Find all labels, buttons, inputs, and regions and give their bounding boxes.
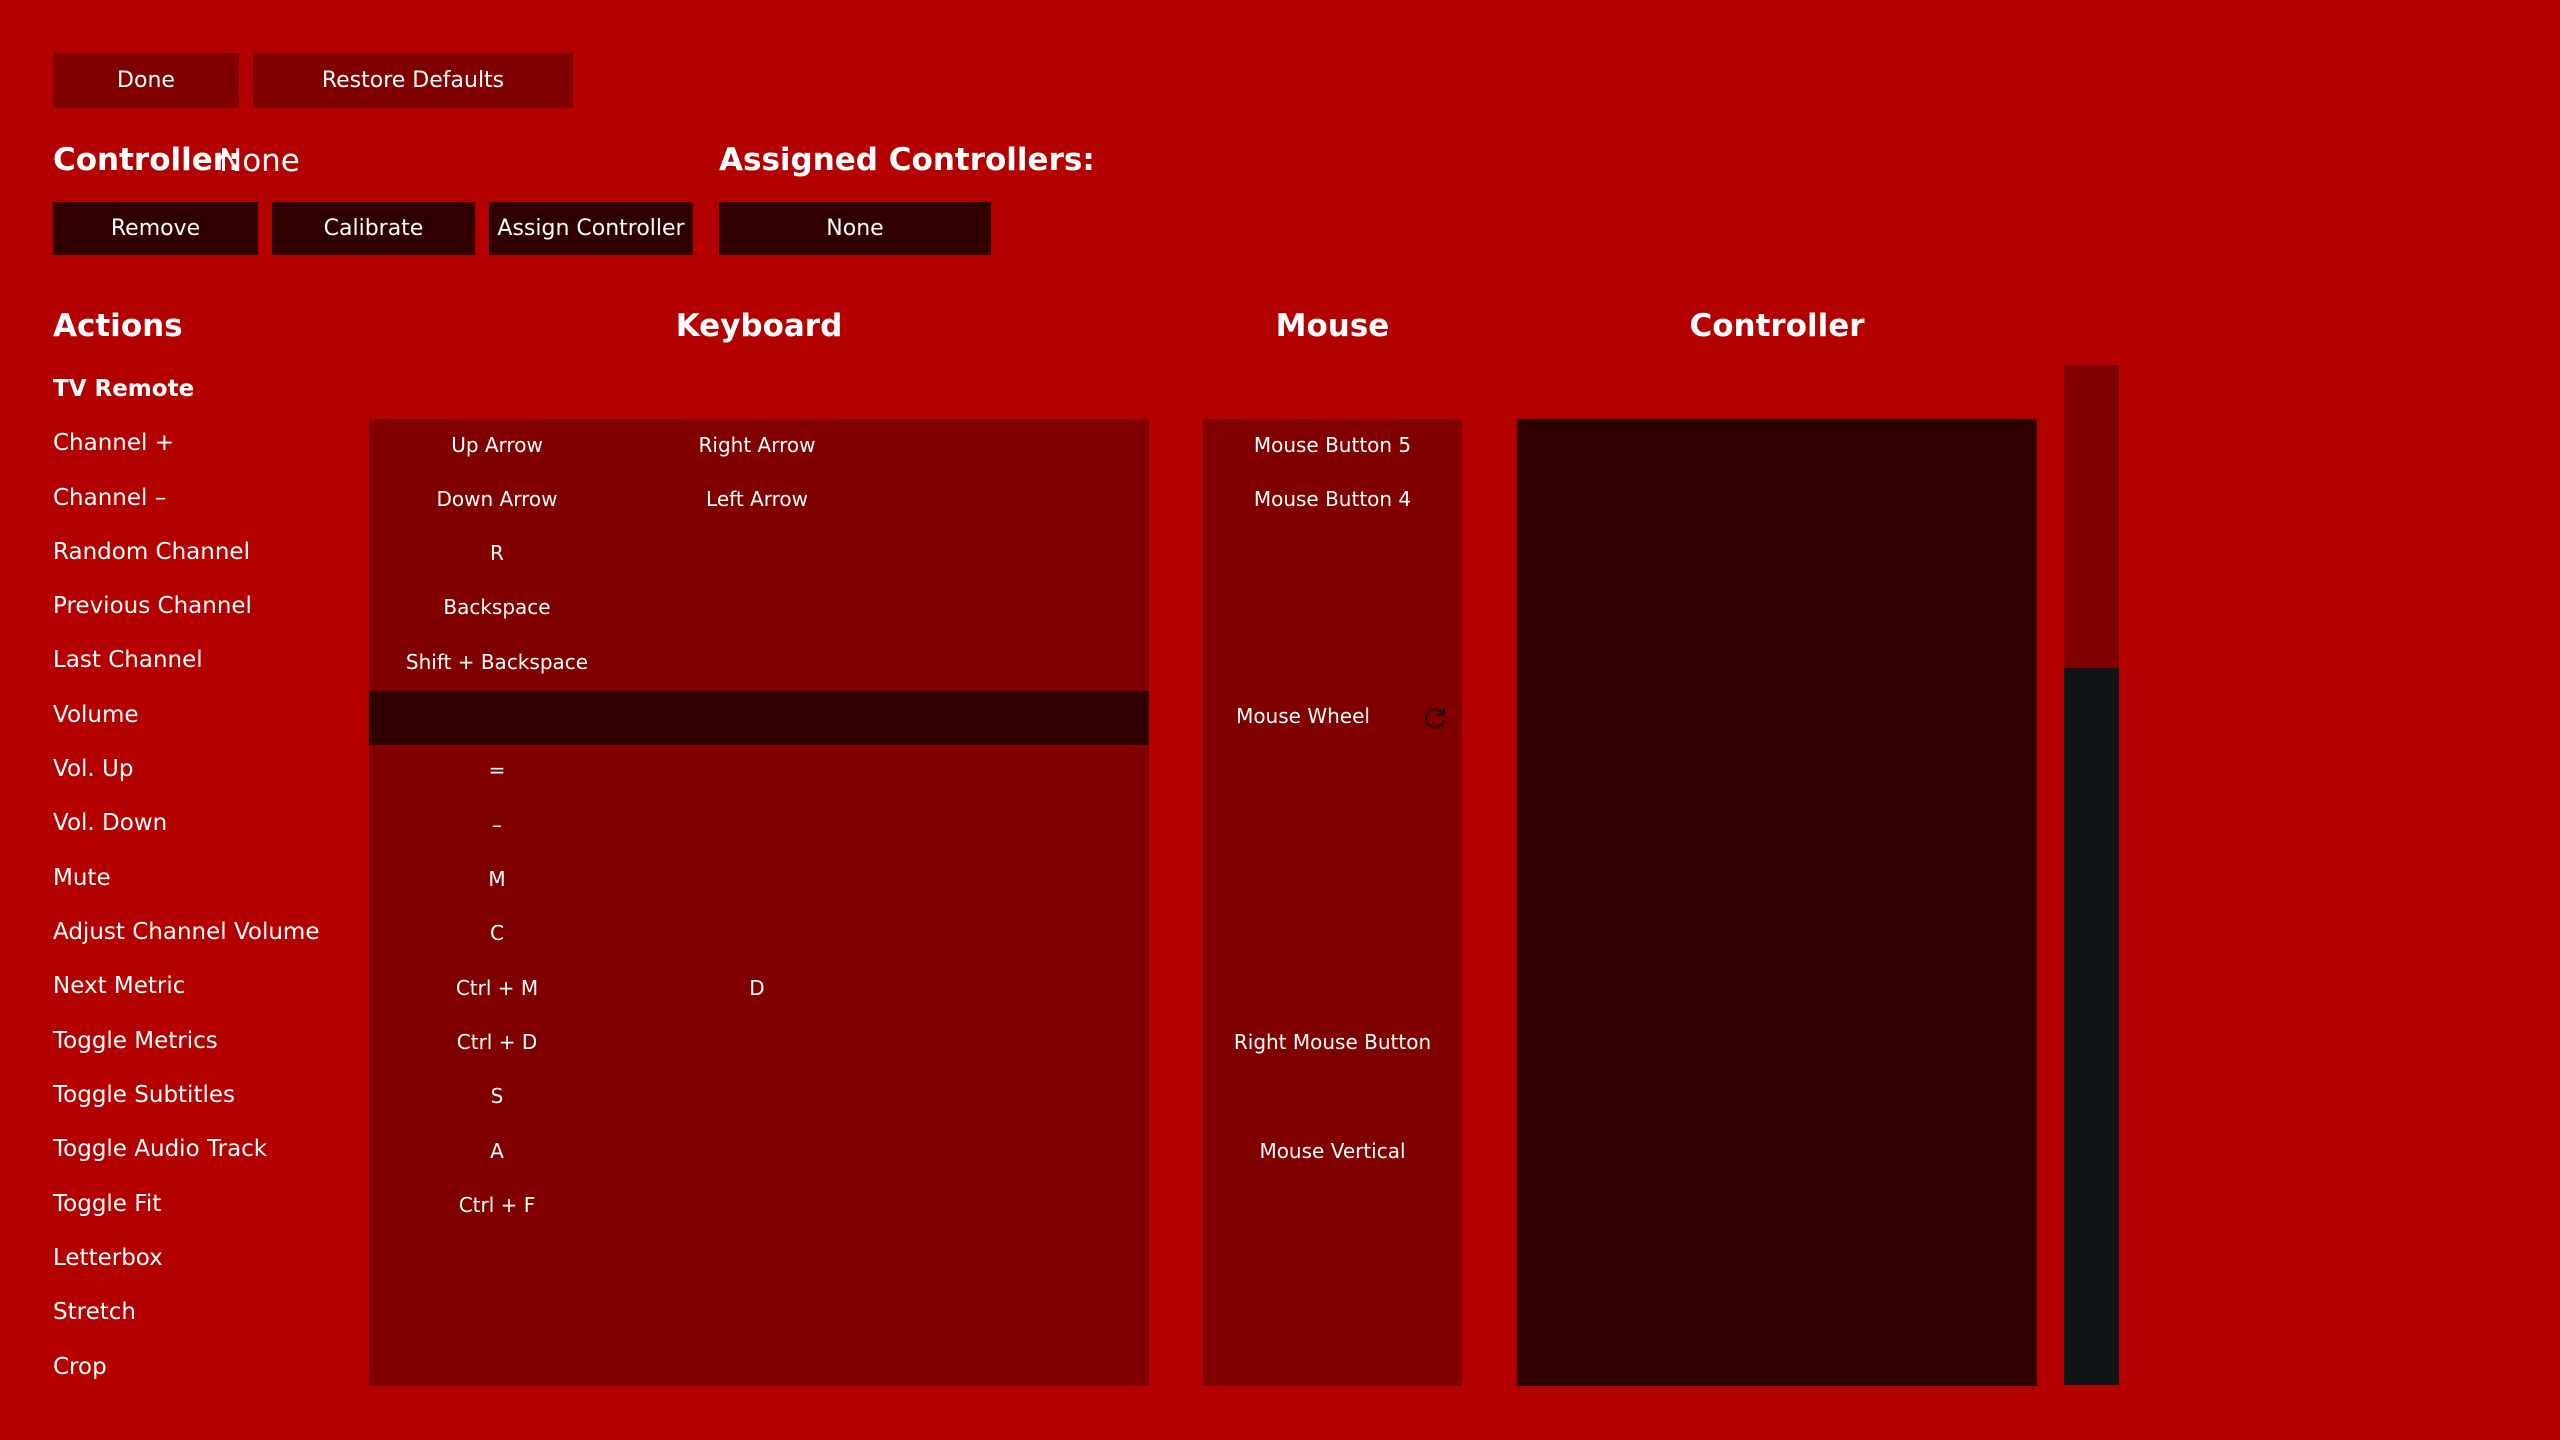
- mouse-binding[interactable]: Mouse Button 5: [1203, 418, 1462, 472]
- action-label: Vol. Down: [53, 810, 168, 836]
- controller-label: Controller:: [53, 142, 241, 178]
- keyboard-binding-secondary[interactable]: Left Arrow: [629, 472, 885, 526]
- action-label: Crop: [53, 1354, 107, 1380]
- mouse-binding[interactable]: Mouse Button 4: [1203, 472, 1462, 526]
- mouse-bindings-panel: [1203, 419, 1462, 1386]
- action-group-tv-remote: TV Remote: [53, 376, 195, 402]
- action-label: Vol. Up: [53, 756, 134, 782]
- mouse-header: Mouse: [1275, 308, 1390, 344]
- action-label: Last Channel: [53, 647, 203, 673]
- assign-controller-button[interactable]: Assign Controller: [489, 202, 693, 255]
- keyboard-binding-primary[interactable]: Ctrl + D: [369, 1015, 625, 1069]
- keyboard-binding-primary[interactable]: Ctrl + M: [369, 961, 625, 1015]
- assigned-controllers-label: Assigned Controllers:: [719, 142, 1095, 178]
- restore-defaults-button[interactable]: Restore Defaults: [253, 53, 573, 108]
- mouse-binding[interactable]: Mouse Vertical: [1203, 1124, 1462, 1178]
- keyboard-binding-primary[interactable]: –: [369, 798, 625, 852]
- keyboard-header: Keyboard: [675, 308, 843, 344]
- controller-value: None: [219, 143, 300, 179]
- keyboard-binding-primary[interactable]: S: [369, 1069, 625, 1123]
- keyboard-binding-primary[interactable]: =: [369, 743, 625, 797]
- action-label: Next Metric: [53, 973, 186, 999]
- action-label: Toggle Fit: [53, 1191, 162, 1217]
- keyboard-binding-secondary[interactable]: Right Arrow: [629, 418, 885, 472]
- keyboard-binding-primary[interactable]: Up Arrow: [369, 418, 625, 472]
- mouse-binding[interactable]: Right Mouse Button: [1203, 1015, 1462, 1069]
- keyboard-binding-primary[interactable]: Down Arrow: [369, 472, 625, 526]
- action-label: Random Channel: [53, 539, 250, 565]
- action-label: Channel +: [53, 430, 175, 456]
- controller-header: Controller: [1689, 308, 1865, 344]
- action-label: Channel –: [53, 485, 167, 511]
- keyboard-binding-secondary[interactable]: D: [629, 961, 885, 1015]
- assigned-controller-none-button[interactable]: None: [719, 202, 991, 255]
- action-label: Previous Channel: [53, 593, 252, 619]
- action-label: Volume: [53, 702, 139, 728]
- keyboard-selected-row[interactable]: [369, 691, 1149, 745]
- controller-bindings-panel: [1517, 419, 2037, 1386]
- action-label: Letterbox: [53, 1245, 163, 1271]
- keyboard-binding-primary[interactable]: M: [369, 852, 625, 906]
- keyboard-binding-primary[interactable]: Backspace: [369, 580, 625, 634]
- reset-icon[interactable]: [1422, 705, 1448, 731]
- scrollbar-thumb[interactable]: [2064, 365, 2119, 668]
- keyboard-binding-primary[interactable]: C: [369, 906, 625, 960]
- mouse-binding[interactable]: Mouse Wheel: [1203, 689, 1403, 743]
- action-label: Toggle Subtitles: [53, 1082, 235, 1108]
- action-label: Mute: [53, 865, 111, 891]
- action-label: Toggle Audio Track: [53, 1136, 268, 1162]
- action-label: Adjust Channel Volume: [53, 919, 320, 945]
- actions-header: Actions: [53, 308, 183, 344]
- action-label: Stretch: [53, 1299, 136, 1325]
- calibrate-button[interactable]: Calibrate: [272, 202, 475, 255]
- remove-button[interactable]: Remove: [53, 202, 258, 255]
- keyboard-binding-primary[interactable]: A: [369, 1124, 625, 1178]
- keyboard-binding-primary[interactable]: Shift + Backspace: [369, 635, 625, 689]
- keyboard-binding-primary[interactable]: Ctrl + F: [369, 1178, 625, 1232]
- keyboard-binding-primary[interactable]: R: [369, 526, 625, 580]
- done-button[interactable]: Done: [53, 53, 239, 108]
- action-label: Toggle Metrics: [53, 1028, 218, 1054]
